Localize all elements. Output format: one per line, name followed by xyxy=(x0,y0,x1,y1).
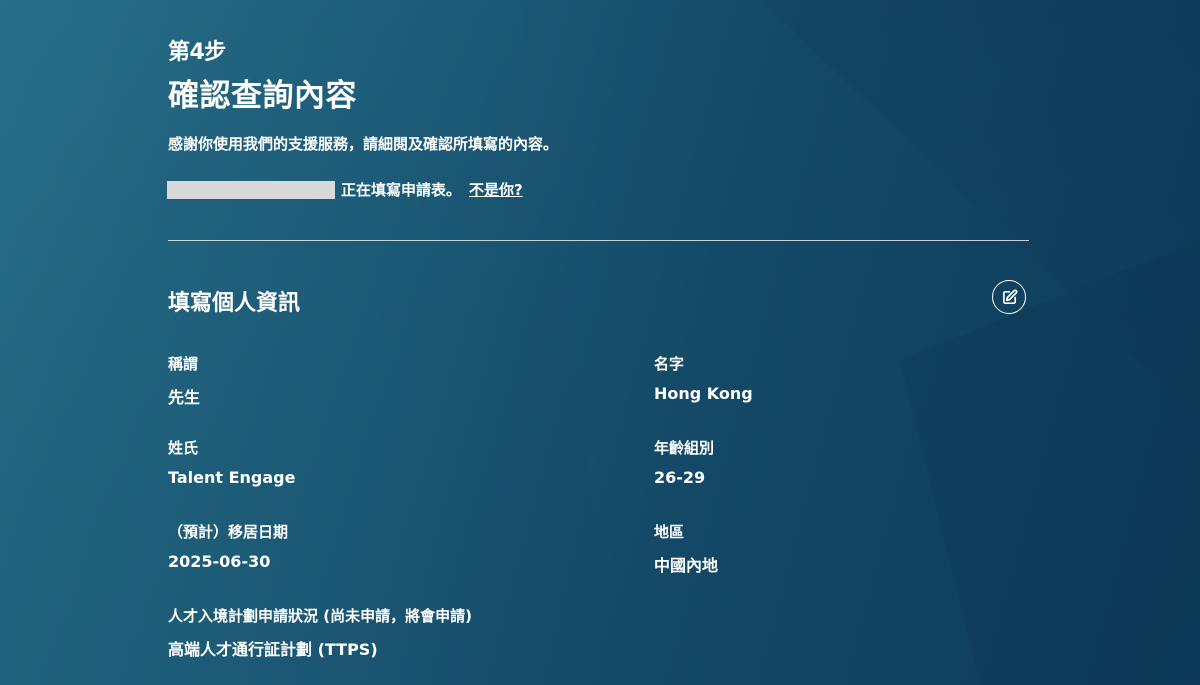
field-label: （預計）移居日期 xyxy=(168,523,289,541)
field-age-group: 年齡組別 26-29 xyxy=(654,437,714,487)
field-value: 先生 xyxy=(168,388,201,407)
field-label: 人才入境計劃申請狀況 (尚未申請，將會申請) xyxy=(168,607,472,625)
filling-status-text: 正在填寫申請表。 xyxy=(341,181,462,199)
field-label: 稱謂 xyxy=(168,355,199,373)
edit-icon xyxy=(1002,289,1017,304)
field-region: 地區 中國內地 xyxy=(654,521,718,576)
field-value: Talent Engage xyxy=(168,468,296,487)
field-value: 2025-06-30 xyxy=(168,552,271,571)
field-label: 地區 xyxy=(654,523,685,541)
field-first-name: 名字 Hong Kong xyxy=(654,353,753,403)
field-label: 年齡組別 xyxy=(654,439,715,457)
field-value: 高端人才通行証計劃 (TTPS) xyxy=(168,640,378,659)
field-value: Hong Kong xyxy=(654,384,753,403)
section-title: 填寫個人資訊 xyxy=(168,291,301,316)
not-you-link[interactable]: 不是你? xyxy=(469,179,523,200)
page-title: 確認查詢內容 xyxy=(168,78,357,114)
field-label: 姓氏 xyxy=(168,439,199,457)
field-label: 名字 xyxy=(654,355,685,373)
intro-text: 感謝你使用我們的支援服務，請細閱及確認所填寫的內容。 xyxy=(168,135,559,153)
field-talent-scheme: 人才入境計劃申請狀況 (尚未申請，將會申請) 高端人才通行証計劃 (TTPS) xyxy=(168,605,472,660)
section-divider xyxy=(168,240,1029,241)
field-value: 中國內地 xyxy=(654,556,719,575)
field-relocation-date: （預計）移居日期 2025-06-30 xyxy=(168,521,288,571)
field-salutation: 稱謂 先生 xyxy=(168,353,200,408)
user-status-line: 正在填寫申請表。 不是你? xyxy=(167,179,523,200)
redacted-user-name xyxy=(167,180,335,199)
step-label: 第4步 xyxy=(168,40,226,65)
field-value: 26-29 xyxy=(654,468,706,487)
edit-button[interactable] xyxy=(992,280,1026,314)
field-surname: 姓氏 Talent Engage xyxy=(168,437,295,487)
